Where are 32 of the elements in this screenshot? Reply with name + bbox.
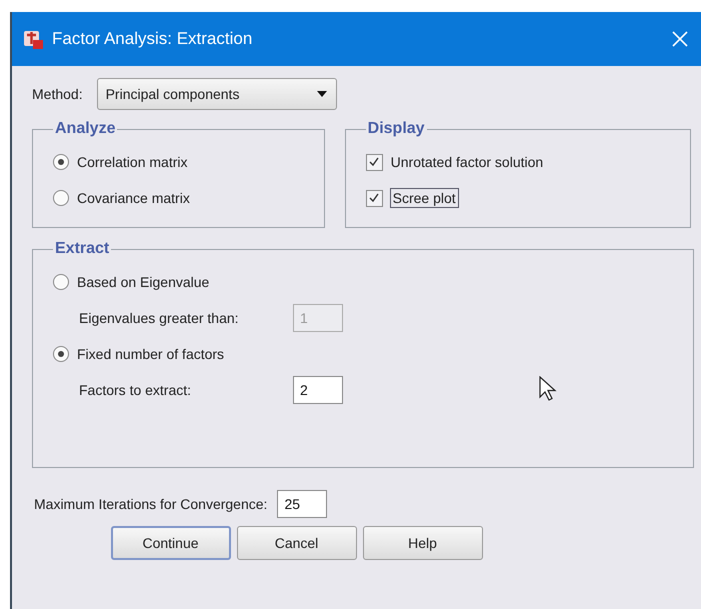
radio-button[interactable] [53, 346, 69, 362]
option-label: Scree plot [390, 189, 458, 207]
input-field[interactable]: 2 [293, 376, 343, 404]
check-icon [368, 156, 380, 168]
close-icon[interactable] [671, 30, 689, 48]
caret-icon [316, 90, 328, 98]
group-title: Display [366, 120, 426, 138]
group-title: Analyze [54, 120, 116, 138]
method-dropdown[interactable]: Principal components [96, 78, 337, 110]
input-field[interactable]: 25 [277, 490, 328, 518]
dialog-button[interactable]: Continue [110, 526, 230, 560]
check-icon [368, 192, 380, 204]
dialog-button[interactable]: Help [362, 526, 482, 560]
radio-button[interactable] [53, 190, 69, 206]
option-label: Covariance matrix [77, 190, 190, 206]
field-label: Factors to extract: [79, 382, 192, 398]
checkbox[interactable] [366, 190, 383, 206]
option-label: Correlation matrix [77, 154, 188, 170]
option-label: Based on Eigenvalue [77, 274, 210, 290]
field-label: Maximum Iterations for Convergence: [34, 496, 268, 512]
checkbox[interactable] [366, 154, 383, 170]
method-label: Method: [32, 86, 83, 102]
option-label: Unrotated factor solution [390, 154, 544, 170]
mouse-cursor-icon [539, 376, 557, 402]
app-icon [22, 28, 44, 50]
radio-button[interactable] [53, 274, 69, 290]
window-title: Factor Analysis: Extraction [52, 29, 254, 49]
group-title: Extract [54, 240, 110, 258]
dialog-button[interactable]: Cancel [236, 526, 356, 560]
option-label: Fixed number of factors [77, 346, 224, 362]
radio-button[interactable] [53, 154, 69, 170]
field-label: Eigenvalues greater than: [79, 310, 240, 326]
